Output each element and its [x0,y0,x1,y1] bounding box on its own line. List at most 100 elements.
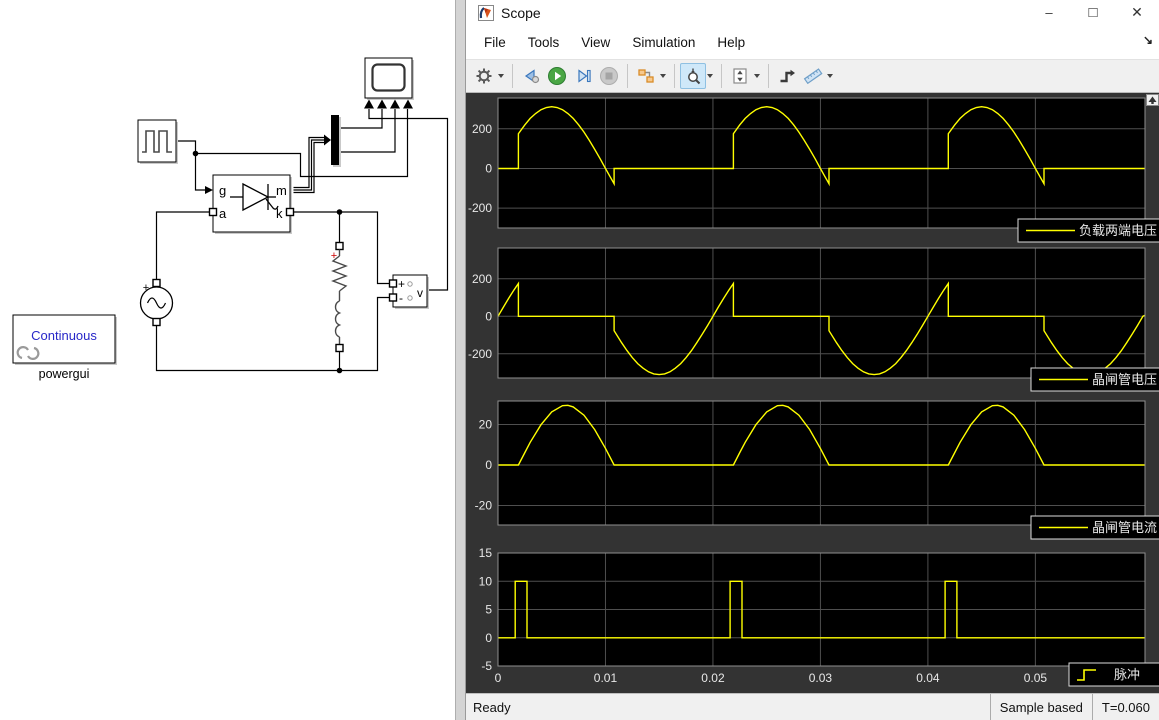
measurements-button[interactable] [800,63,826,89]
status-sim-time: T=0.060 [1092,694,1159,720]
y-tick-label: -5 [481,659,492,673]
minimize-button[interactable]: – [1027,0,1071,25]
ac-source-block[interactable]: + [141,280,173,326]
legend-label: 负载两端电压 [1079,223,1157,238]
powergui-label: powergui [39,367,90,381]
settings-button[interactable] [471,63,497,89]
toolbar-separator [674,64,675,88]
window-divider[interactable] [455,0,465,720]
rl-branch-block[interactable]: + [331,243,346,352]
plot-background[interactable] [498,248,1145,378]
scope-input-ports [364,100,413,109]
menu-item-view[interactable]: View [570,29,621,56]
powergui-mode-text: Continuous [31,328,97,343]
wire-vmeter-to-scope [369,109,448,290]
voltage-measurement-block[interactable]: + - v [390,275,430,309]
trigger-button[interactable] [774,63,800,89]
status-sample-mode: Sample based [990,694,1092,720]
menu-item-help[interactable]: Help [706,29,756,56]
y-tick-label: -200 [468,347,492,361]
signal-selector-icon [637,67,655,85]
statusbar: Ready Sample based T=0.060 [466,693,1159,720]
scope-plot-pulse[interactable]: 151050-500.010.020.030.040.05脉冲 [479,546,1159,686]
legend-label: 脉冲 [1114,667,1140,682]
signal-selector-dropdown-arrow[interactable] [660,74,666,78]
x-tick-label: 0.04 [916,671,940,685]
settings-dropdown-arrow[interactable] [498,74,504,78]
step-forward-button[interactable] [570,63,596,89]
junction-dot [193,151,199,157]
resistor-icon [333,256,346,291]
ruler-icon [803,67,823,85]
x-tick-label: 0.03 [809,671,833,685]
demux-block[interactable] [331,115,341,167]
vmeter-minus-label: - [399,291,403,305]
toolbar-separator [512,64,513,88]
menubar: File Tools View Simulation Help ↘ [466,25,1159,59]
stop-button[interactable] [596,63,622,89]
y-tick-label: 0 [485,309,492,323]
wire-pulse-to-scope [196,109,408,177]
y-tick-label: 5 [485,603,492,617]
toolbar [466,59,1159,93]
zoom-tool-button[interactable] [680,63,706,89]
scope-plot-thyristor-voltage[interactable]: 2000-200晶闸管电压 [468,248,1159,391]
x-tick-label: 0.05 [1024,671,1048,685]
plot-background[interactable] [498,401,1145,525]
rl-top-port [336,243,343,250]
menu-item-file[interactable]: File [473,29,517,56]
source-minus-port [153,319,160,326]
scope-plot-load-voltage[interactable]: 200 0 -200 负载两端电压 [468,98,1159,242]
port-label-g: g [219,183,226,198]
source-plus-label: + [143,282,149,294]
toolbar-separator [721,64,722,88]
y-tick-label: 0 [485,161,492,175]
vmeter-minus-port [390,294,397,301]
menu-item-tools[interactable]: Tools [517,29,571,56]
scope-plot-thyristor-current[interactable]: 200-20晶闸管电流 [475,401,1159,539]
y-tick-label: 200 [472,122,492,136]
scope-display-canvas: 200 0 -200 负载两端电压 200 0 -200 晶闸管电压 200-20晶闸管电流… [466,93,1159,693]
junction-dot [337,209,343,215]
zoom-dropdown-arrow[interactable] [707,74,713,78]
powergui-block[interactable]: Continuous powergui [13,315,117,381]
scale-y-axis-button[interactable] [727,63,753,89]
maximize-button[interactable]: □ [1071,0,1115,25]
close-button[interactable]: ✕ [1115,0,1159,25]
signal-wires [157,109,448,371]
pulse-generator-body[interactable] [138,120,176,162]
y-tick-label: -200 [468,201,492,215]
titlebar[interactable]: Scope – □ ✕ [466,0,1159,25]
legend-label: 晶闸管电压 [1092,372,1157,387]
trigger-icon [778,67,797,85]
step-back-button[interactable] [518,63,544,89]
measurements-dropdown-arrow[interactable] [827,74,833,78]
scale-y-dropdown-arrow[interactable] [754,74,760,78]
wire-source-to-anode [157,212,210,287]
dock-scope-icon[interactable]: ↘ [1143,33,1153,47]
vmeter-output-label: v [417,286,423,300]
signal-selector-button[interactable] [633,63,659,89]
wire-bottom-rail [157,298,390,371]
pulse-generator-block[interactable] [138,120,178,164]
scope-window-icon [478,5,494,21]
scope-block[interactable] [364,58,414,109]
wire-m-bus-1 [294,138,325,188]
run-button[interactable] [544,63,570,89]
collapse-panel-button[interactable] [1146,94,1159,106]
x-tick-label: 0 [495,671,502,685]
y-tick-label: 10 [479,574,493,588]
scope-port-2 [377,100,387,109]
y-tick-label: 0 [485,631,492,645]
rl-bottom-port [336,345,343,352]
window-title: Scope [501,5,541,21]
demux-bar[interactable] [331,115,339,165]
wire-pulse-to-gate [196,154,206,191]
scope-port-3 [390,100,400,109]
vmeter-plus-port [390,280,397,287]
simulink-model-canvas[interactable]: g m a k [0,0,465,720]
menu-item-simulation[interactable]: Simulation [621,29,706,56]
thyristor-block[interactable]: g m a k [205,175,294,234]
zoom-icon [684,67,702,85]
source-plus-port [153,280,160,287]
